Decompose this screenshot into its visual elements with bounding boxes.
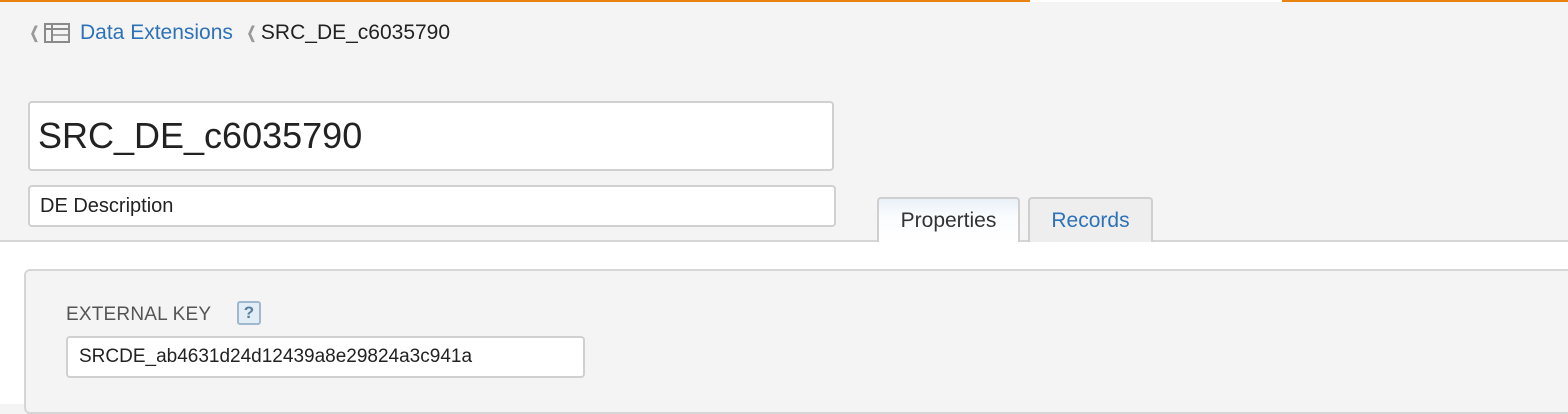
- accent-gap-segment: [1030, 0, 1282, 2]
- tab-records[interactable]: Records: [1028, 197, 1153, 242]
- top-accent-bar: [0, 0, 1568, 2]
- external-key-input[interactable]: [66, 336, 585, 378]
- data-extension-name-input[interactable]: [28, 101, 834, 171]
- breadcrumb-data-extensions-link[interactable]: Data Extensions: [80, 21, 233, 45]
- chevron-left-icon: ❮: [246, 25, 257, 42]
- help-icon[interactable]: ?: [237, 301, 261, 325]
- external-key-label: EXTERNAL KEY: [66, 304, 212, 325]
- tab-bar: Properties Records: [877, 197, 1161, 242]
- accent-segment: [1282, 0, 1568, 2]
- accent-segment: [0, 0, 1030, 2]
- chevron-left-icon: ❮: [29, 25, 40, 42]
- tab-properties[interactable]: Properties: [877, 197, 1020, 242]
- breadcrumb-current: SRC_DE_c6035790: [260, 21, 451, 44]
- table-icon: [44, 23, 70, 43]
- breadcrumb: ❮ Data Extensions ❮ SRC_DE_c6035790: [28, 20, 450, 46]
- data-extension-description-input[interactable]: [28, 185, 836, 227]
